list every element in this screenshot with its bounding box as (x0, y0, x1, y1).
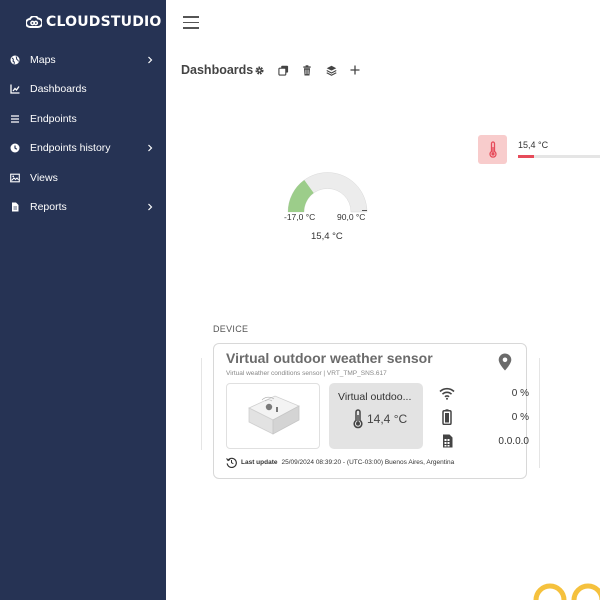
hamburger-line (183, 27, 199, 29)
sidebar-item-label: Endpoints history (30, 142, 111, 155)
sensor-value-box[interactable]: Virtual outdoo... 14,4 °C (329, 383, 423, 449)
device-section-heading: DEVICE (213, 324, 249, 334)
signal-value: 0 % (511, 387, 529, 399)
trash-icon (303, 64, 311, 76)
sidebar-item-label: Maps (30, 53, 56, 66)
gauge-max-label: 90,0 °C (337, 212, 366, 222)
partial-widget-decoration (533, 583, 600, 600)
last-update: Last update 25/09/2024 08:39:20 - (UTC-0… (226, 457, 454, 468)
sensor-device-image (248, 395, 300, 435)
page-title: Dashboards (181, 63, 254, 77)
battery-stat: 0 % (439, 408, 529, 426)
layers-icon (325, 65, 337, 76)
thermometer-icon (488, 140, 497, 158)
wifi-icon (439, 385, 455, 401)
ip-value: 0.0.0.0 (498, 435, 529, 447)
sim-card-icon (439, 433, 455, 449)
device-subtitle: Virtual weather conditions sensor | VRT_… (226, 370, 387, 377)
hamburger-line (183, 21, 199, 23)
gauge-value-label: 15,4 °C (311, 231, 343, 242)
ip-stat: 0.0.0.0 (439, 432, 529, 450)
cloud-logo-icon (26, 16, 42, 28)
chevron-right-icon (148, 203, 153, 211)
battery-value: 0 % (511, 411, 529, 423)
sensor-value: 14,4 °C (367, 412, 408, 426)
delete-button[interactable] (301, 64, 313, 76)
chart-icon (10, 84, 20, 94)
sidebar: CLOUDSTUDIO Maps Dashboards Endpoints En… (0, 0, 166, 600)
layers-button[interactable] (325, 64, 337, 76)
device-card[interactable]: Virtual outdoor weather sensor Virtual w… (213, 343, 529, 479)
sidebar-item-label: Dashboards (30, 83, 87, 96)
temperature-widget[interactable]: 15,4 °C (478, 135, 600, 167)
device-title: Virtual outdoor weather sensor (226, 350, 433, 366)
list-icon (10, 114, 20, 124)
sidebar-item-reports[interactable]: Reports (0, 193, 166, 223)
sidebar-item-label: Views (30, 171, 58, 184)
sidebar-nav: Maps Dashboards Endpoints Endpoints hist… (0, 45, 166, 222)
divider (539, 358, 540, 468)
dashboard-toolbar (253, 64, 361, 76)
add-widget-button[interactable] (349, 64, 361, 76)
temperature-value: 15,4 °C (518, 140, 549, 150)
location-pin-icon[interactable] (498, 353, 512, 371)
brand-logo[interactable]: CLOUDSTUDIO (26, 14, 162, 30)
temperature-level-fill (518, 155, 535, 158)
hamburger-line (183, 16, 199, 18)
gauge-min-label: -17,0 °C (284, 212, 316, 222)
sidebar-item-endpoints[interactable]: Endpoints (0, 104, 166, 134)
temperature-icon-box (478, 135, 507, 164)
sidebar-item-dashboards[interactable]: Dashboards (0, 75, 166, 105)
plus-icon (350, 65, 360, 75)
signal-stat: 0 % (439, 384, 529, 402)
last-update-value: 25/09/2024 08:39:20 - (UTC-03:00) Buenos… (281, 459, 455, 466)
chevron-right-icon (148, 56, 153, 64)
battery-icon (439, 409, 455, 425)
file-icon (10, 202, 20, 212)
brand-name: CLOUDSTUDIO (46, 14, 162, 30)
chevron-right-icon (148, 144, 153, 152)
last-update-label: Last update (241, 459, 278, 466)
thermometer-icon (353, 409, 363, 429)
menu-toggle-button[interactable] (183, 16, 199, 29)
sidebar-item-endpoints-history[interactable]: Endpoints history (0, 134, 166, 164)
image-icon (10, 173, 20, 183)
duplicate-button[interactable] (277, 64, 289, 76)
sidebar-item-maps[interactable]: Maps (0, 45, 166, 75)
device-image (226, 383, 320, 449)
settings-button[interactable] (253, 64, 265, 76)
sidebar-item-views[interactable]: Views (0, 163, 166, 193)
sidebar-item-label: Reports (30, 201, 67, 214)
sidebar-item-label: Endpoints (30, 112, 77, 125)
divider (201, 358, 202, 450)
globe-icon (10, 55, 20, 65)
copy-icon (277, 65, 288, 76)
clock-icon (10, 143, 20, 153)
history-icon (226, 457, 237, 468)
temperature-level-bar (518, 155, 600, 158)
gear-icon (254, 65, 264, 75)
sensor-name: Virtual outdoo... (338, 391, 412, 403)
